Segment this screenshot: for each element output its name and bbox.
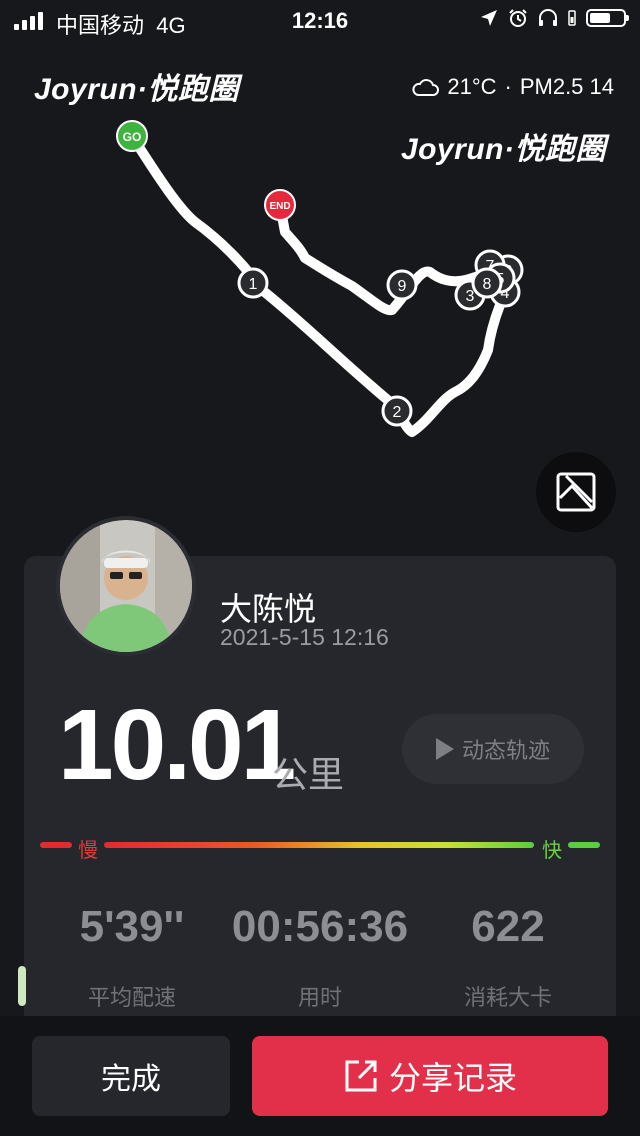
- temperature: 21°C: [447, 74, 497, 99]
- expand-map-icon: [556, 472, 596, 512]
- weather-info: 21°C · PM2.5 14: [411, 74, 614, 100]
- svg-text:END: END: [269, 201, 290, 212]
- run-datetime: 2021-5-15 12:16: [220, 624, 389, 650]
- alarm-icon: [509, 9, 527, 27]
- svg-text:1: 1: [249, 276, 258, 293]
- km-marker: 8: [471, 267, 503, 299]
- route-path: [127, 131, 510, 437]
- km-marker: 9: [386, 269, 418, 301]
- distance-value: 10.01: [58, 689, 296, 801]
- share-icon: [345, 1060, 377, 1092]
- dynamic-track-button[interactable]: 动态轨迹: [402, 714, 584, 784]
- fast-label: 快: [542, 840, 562, 862]
- dynamic-track-label: 动态轨迹: [461, 738, 550, 763]
- side-handle[interactable]: [18, 966, 26, 1006]
- battery-charging-small-icon: [568, 10, 576, 26]
- duration-label: 用时: [297, 985, 342, 1010]
- distance-unit: 公里: [272, 754, 345, 795]
- duration-value: 00:56:36: [231, 902, 409, 951]
- svg-text:2: 2: [393, 404, 402, 421]
- calories-label: 消耗大卡: [463, 985, 552, 1010]
- map-watermark-logo: Joyrun·悦跑圈: [400, 133, 606, 166]
- battery-icon: [586, 9, 629, 27]
- svg-text:3: 3: [466, 288, 475, 305]
- svg-text:9: 9: [398, 278, 407, 295]
- avg-pace-value: 5'39'': [79, 902, 185, 951]
- pm25-value: PM2.5 14: [519, 74, 614, 99]
- done-label: 完成: [101, 1063, 161, 1096]
- share-label: 分享记录: [388, 1060, 517, 1096]
- slow-label: 慢: [78, 840, 98, 862]
- svg-text:8: 8: [483, 276, 492, 293]
- headphones-icon: [539, 9, 557, 26]
- brand-logo: Joyrun·悦跑圈: [34, 73, 240, 106]
- cloud-icon: [412, 79, 440, 96]
- avg-pace-label: 平均配速: [87, 985, 176, 1010]
- svg-text:GO: GO: [123, 130, 142, 144]
- user-photo: [60, 520, 192, 652]
- km-marker: 1: [237, 267, 269, 299]
- play-icon: [435, 738, 454, 760]
- share-record-button[interactable]: 分享记录: [252, 1036, 608, 1116]
- start-marker: GO: [116, 120, 148, 152]
- map-expand-button[interactable]: [536, 452, 616, 532]
- status-bar: 中国移动 4G 12:16: [0, 0, 640, 40]
- location-icon: [481, 10, 497, 26]
- end-marker: END: [264, 189, 296, 221]
- avatar[interactable]: [56, 516, 196, 656]
- calories-value: 622: [471, 902, 545, 951]
- pace-color-bar: [40, 842, 600, 848]
- done-button[interactable]: 完成: [32, 1036, 230, 1116]
- km-marker: 2: [381, 395, 413, 427]
